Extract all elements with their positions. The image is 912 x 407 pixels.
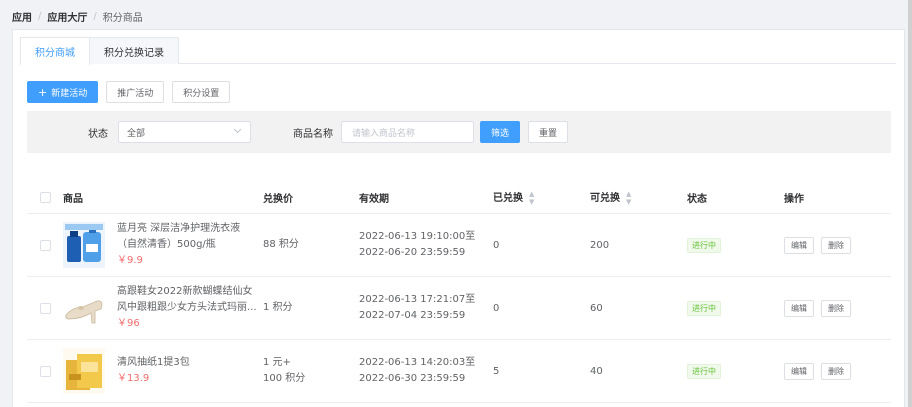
header-actions: 操作 xyxy=(784,194,804,205)
product-price: ￥9.9 xyxy=(117,255,143,266)
sort-icon[interactable]: ▲ ▼ xyxy=(529,190,534,206)
tab-points-mall[interactable]: 积分商城 xyxy=(20,37,90,65)
table-row: 高跟鞋女2022新款蝴蝶结仙女 风中跟粗跟少女方头法式玛丽... ￥96 1 积… xyxy=(27,277,891,340)
points-price: 1 元+ xyxy=(263,357,291,368)
main-card: 积分商城 积分兑换记录 + 新建活动 推广活动 积分设置 状态 全部 商品名称 … xyxy=(12,29,905,407)
high-heel-shoe-icon xyxy=(63,285,105,331)
status-select-value: 全部 xyxy=(127,128,146,139)
table-header: 商品 兑换价 有效期 已兑换 ▲ ▼ 可兑换 ▲ ▼ 状态 操作 xyxy=(27,182,891,214)
points-price-line2: 100 积分 xyxy=(263,373,306,384)
table-row: 蓝月亮 深层洁净护理洗衣液 （自然清香）500g/瓶 ￥9.9 88 积分 20… xyxy=(27,214,891,277)
product-name-input[interactable]: 请输入商品名称 xyxy=(341,121,474,143)
valid-to: 2022-06-20 23:59:59 xyxy=(359,247,466,258)
product-name-label: 商品名称 xyxy=(293,128,333,140)
row-checkbox[interactable] xyxy=(39,365,51,377)
product-price: ￥13.9 xyxy=(117,373,150,384)
reset-button[interactable]: 重置 xyxy=(528,121,569,143)
chevron-down-icon xyxy=(233,127,242,137)
new-activity-button[interactable]: + 新建活动 xyxy=(27,81,99,103)
valid-to: 2022-06-30 23:59:59 xyxy=(359,373,466,384)
product-name: 清风抽纸1提3包 xyxy=(117,357,190,368)
status-badge: 进行中 xyxy=(687,237,721,253)
edit-button[interactable]: 编辑 xyxy=(784,236,814,254)
exchanged-count: 0 xyxy=(493,239,500,251)
header-validity: 有效期 xyxy=(359,194,389,205)
products-table: 商品 兑换价 有效期 已兑换 ▲ ▼ 可兑换 ▲ ▼ 状态 操作 蓝月亮 深层洁… xyxy=(27,182,891,403)
tab-exchange-records[interactable]: 积分兑换记录 xyxy=(90,37,179,64)
breadcrumb-separator: / xyxy=(93,11,97,22)
breadcrumb-item-current: 积分商品 xyxy=(102,13,143,24)
header-available[interactable]: 可兑换 ▲ ▼ xyxy=(590,189,687,206)
exchanged-count: 5 xyxy=(493,365,500,377)
edit-button[interactable]: 编辑 xyxy=(784,299,814,317)
tab-bar: 积分商城 积分兑换记录 xyxy=(20,37,896,65)
status-badge: 进行中 xyxy=(687,300,721,316)
delete-button[interactable]: 删除 xyxy=(821,299,851,317)
points-price: 1 积分 xyxy=(263,302,293,313)
breadcrumb-item-apps[interactable]: 应用 xyxy=(12,9,32,24)
product-name-line2: （自然清香）500g/瓶 xyxy=(117,239,216,250)
valid-from: 2022-06-13 19:10:00至 xyxy=(359,231,476,242)
valid-from: 2022-06-13 14:20:03至 xyxy=(359,357,476,368)
points-price: 88 积分 xyxy=(263,239,299,250)
header-product: 商品 xyxy=(63,194,83,205)
select-all-checkbox[interactable] xyxy=(39,192,51,203)
row-checkbox[interactable] xyxy=(39,302,51,314)
tissue-pack-icon xyxy=(63,348,105,394)
status-filter-label: 状态 xyxy=(88,128,108,140)
product-name: 高跟鞋女2022新款蝴蝶结仙女 xyxy=(117,286,253,297)
plus-icon: + xyxy=(38,85,48,99)
row-checkbox[interactable] xyxy=(39,239,51,251)
header-exchanged-label: 已兑换 xyxy=(493,193,523,204)
status-select[interactable]: 全部 xyxy=(118,121,251,143)
valid-to: 2022-07-04 23:59:59 xyxy=(359,310,466,321)
filter-bar: 状态 全部 商品名称 请输入商品名称 筛选 重置 xyxy=(27,111,891,153)
delete-button[interactable]: 删除 xyxy=(821,236,851,254)
action-toolbar: + 新建活动 推广活动 积分设置 xyxy=(27,81,231,103)
detergent-bottle-icon xyxy=(63,222,105,268)
table-row: 清风抽纸1提3包 ￥13.9 1 元+ 100 积分 2022-06-13 14… xyxy=(27,340,891,403)
filter-button[interactable]: 筛选 xyxy=(480,121,521,143)
breadcrumb-item-app-hall[interactable]: 应用大厅 xyxy=(47,9,87,24)
header-status: 状态 xyxy=(687,194,707,205)
header-available-label: 可兑换 xyxy=(590,193,620,204)
header-exchanged[interactable]: 已兑换 ▲ ▼ xyxy=(493,189,590,206)
valid-from: 2022-06-13 17:21:07至 xyxy=(359,294,476,305)
header-price: 兑换价 xyxy=(263,194,293,205)
available-count: 60 xyxy=(590,302,603,314)
promote-activity-button[interactable]: 推广活动 xyxy=(106,81,165,103)
available-count: 40 xyxy=(590,365,603,377)
page-scrollbar[interactable] xyxy=(908,0,912,407)
product-price: ￥96 xyxy=(117,318,140,329)
new-activity-label: 新建活动 xyxy=(51,88,88,99)
delete-button[interactable]: 删除 xyxy=(821,362,851,380)
breadcrumb-separator: / xyxy=(38,11,42,22)
breadcrumb: 应用 / 应用大厅 / 积分商品 xyxy=(12,9,143,24)
sort-icon[interactable]: ▲ ▼ xyxy=(626,190,631,206)
product-name-line2: 风中跟粗跟少女方头法式玛丽... xyxy=(117,302,257,313)
exchanged-count: 0 xyxy=(493,302,500,314)
status-badge: 进行中 xyxy=(687,363,721,379)
product-name: 蓝月亮 深层洁净护理洗衣液 xyxy=(117,223,241,234)
edit-button[interactable]: 编辑 xyxy=(784,362,814,380)
available-count: 200 xyxy=(590,239,610,251)
points-settings-button[interactable]: 积分设置 xyxy=(172,81,231,103)
